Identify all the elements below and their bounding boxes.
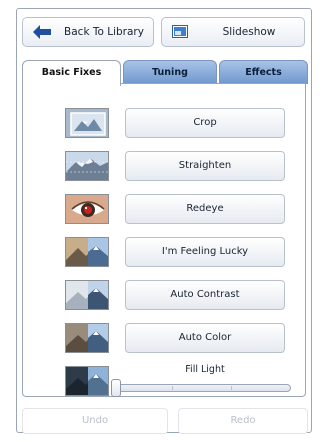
basic-fixes-content: Crop Straighten Redeye I'm Feeling Lucky… <box>22 83 306 397</box>
crop-button[interactable]: Crop <box>125 108 285 138</box>
slideshow-icon <box>172 25 188 41</box>
slideshow-button[interactable]: Slideshow <box>161 17 305 47</box>
tab-bar: Basic Fixes Tuning Effects <box>22 60 308 86</box>
tab-effects[interactable]: Effects <box>219 60 308 84</box>
redeye-thumbnail <box>65 194 109 224</box>
fill-light-label: Fill Light <box>185 364 225 375</box>
tab-basic-fixes[interactable]: Basic Fixes <box>22 60 121 86</box>
fill-light-slider[interactable] <box>111 379 291 397</box>
feeling-lucky-button[interactable]: I'm Feeling Lucky <box>125 237 285 267</box>
auto-contrast-button[interactable]: Auto Contrast <box>125 280 285 310</box>
redo-button[interactable]: Redo <box>178 408 308 434</box>
back-to-library-label: Back To Library <box>64 26 144 38</box>
fill-light-thumbnail <box>65 366 109 396</box>
edit-panel: Back To Library Slideshow Basic Fixes Tu… <box>16 8 312 434</box>
crop-thumbnail <box>65 108 109 138</box>
feeling-lucky-thumbnail <box>65 237 109 267</box>
redeye-button[interactable]: Redeye <box>125 194 285 224</box>
back-to-library-button[interactable]: Back To Library <box>22 17 154 47</box>
slider-tick <box>172 386 173 390</box>
slideshow-label: Slideshow <box>222 26 276 38</box>
fill-light-slider-handle[interactable] <box>111 379 121 397</box>
straighten-thumbnail <box>65 151 109 181</box>
auto-color-button[interactable]: Auto Color <box>125 323 285 353</box>
straighten-button[interactable]: Straighten <box>125 151 285 181</box>
undo-button[interactable]: Undo <box>22 408 168 434</box>
slider-tick <box>231 386 232 390</box>
auto-color-thumbnail <box>65 323 109 353</box>
arrow-left-icon <box>33 25 51 42</box>
auto-contrast-thumbnail <box>65 280 109 310</box>
tab-tuning[interactable]: Tuning <box>123 60 217 84</box>
